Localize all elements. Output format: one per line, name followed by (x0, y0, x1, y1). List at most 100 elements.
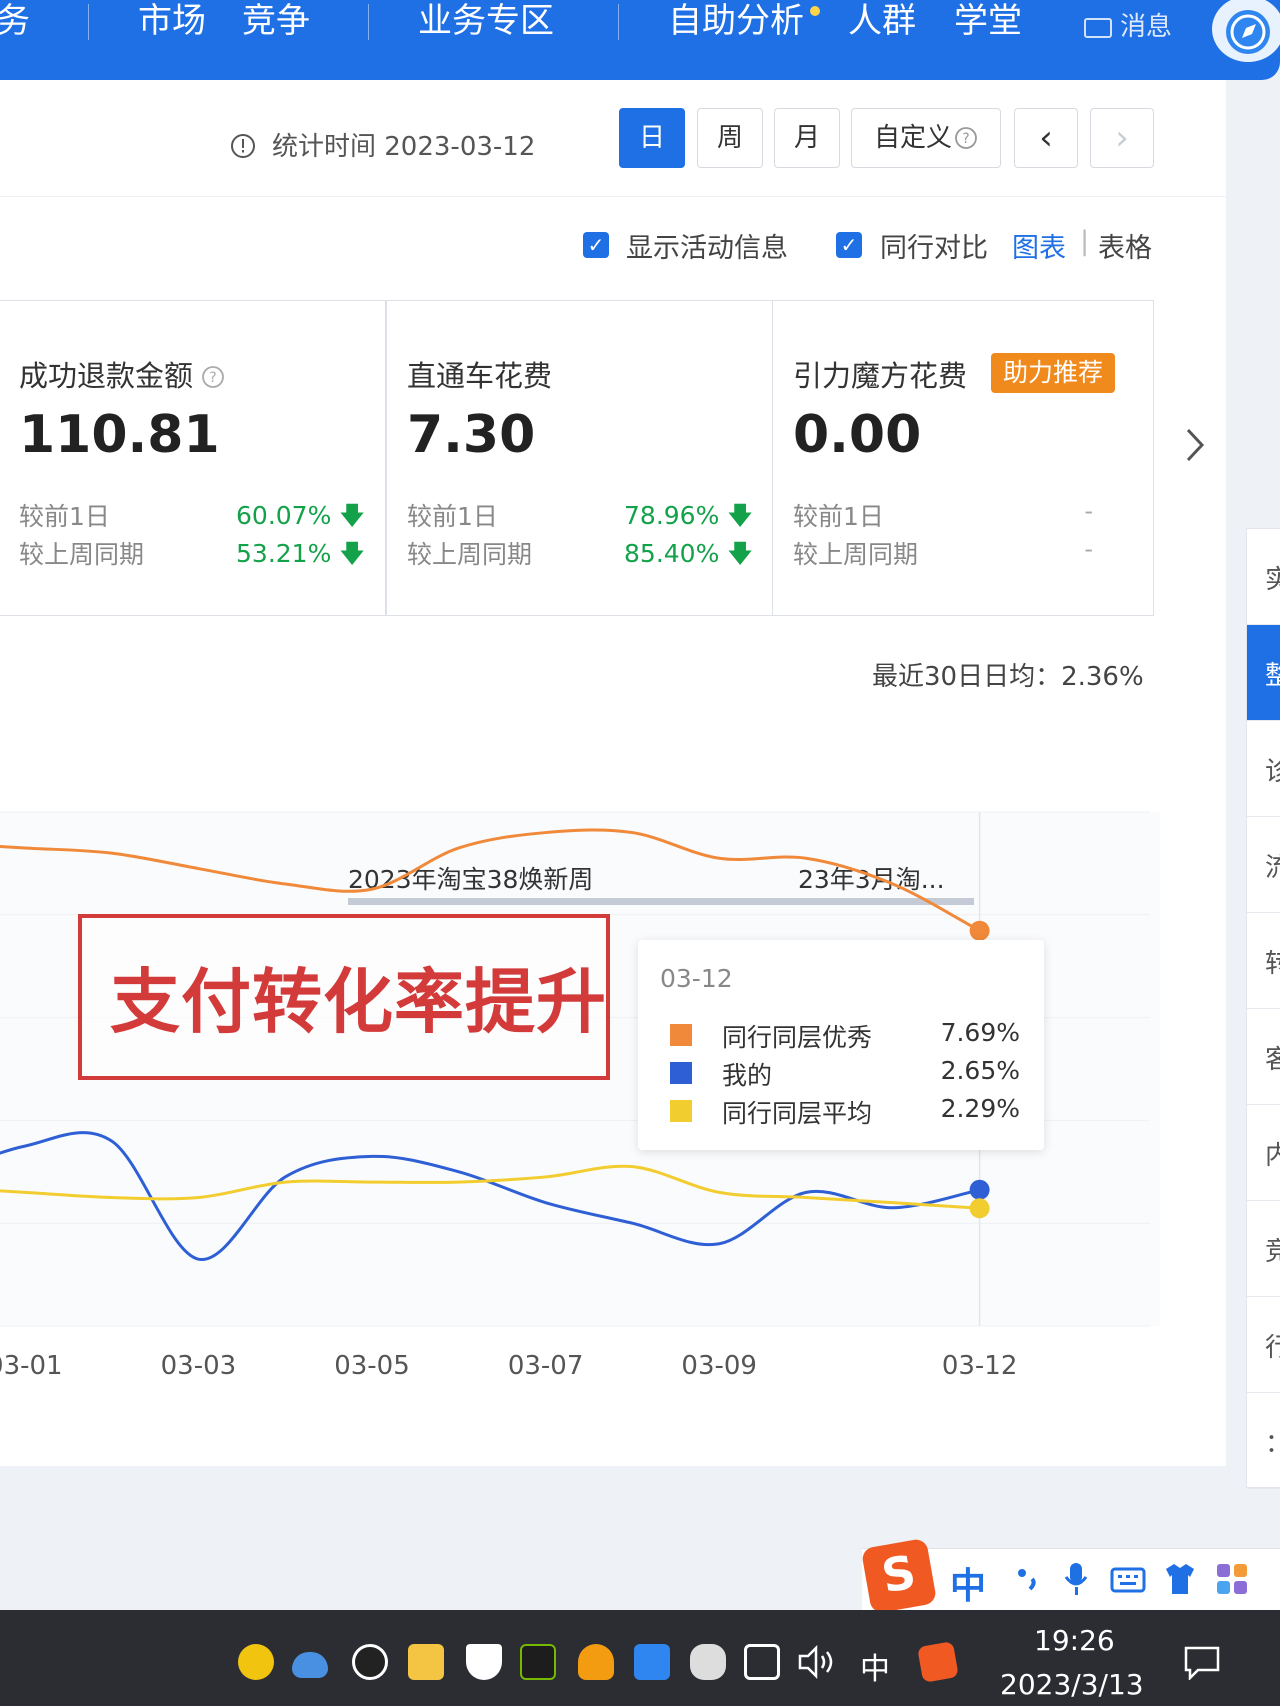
annotation-text: 支付转化率提升 (110, 961, 607, 1043)
usb-device-icon[interactable] (690, 1644, 726, 1680)
side-tab[interactable]: 竞 (1247, 1201, 1280, 1297)
period-week-button[interactable]: 周 (697, 108, 763, 168)
stat-time: 统计时间 2023-03-12 (230, 126, 535, 163)
nvidia-icon[interactable] (520, 1644, 556, 1680)
nav-item-market[interactable]: 市场 (138, 0, 206, 42)
event-label: 23年3月淘... (798, 865, 945, 894)
chevron-right-icon (1186, 428, 1205, 462)
security-shield-icon[interactable] (466, 1644, 502, 1680)
compare-prev-day-value: 60.07% 🡇 (236, 497, 365, 540)
side-tab-label: 客 (1265, 1039, 1280, 1076)
volume-icon[interactable] (796, 1644, 836, 1680)
metric-title: 成功退款金额? (19, 353, 225, 395)
x-tick-label: 03-07 (508, 1351, 584, 1381)
app-c-icon[interactable] (634, 1644, 670, 1680)
fire-app-icon[interactable] (578, 1644, 614, 1680)
tooltip-series-name: 同行同层优秀 (722, 1023, 873, 1052)
cloud-icon[interactable] (292, 1652, 328, 1678)
top-nav: 务 市场 竞争 业务专区 自助分析 人群 学堂 消息 (0, 0, 1280, 80)
view-chart-link[interactable]: 图表 (1012, 226, 1066, 265)
compare-prev-day-label: 较前1日 (19, 502, 110, 531)
side-tab-label: 内 (1265, 1135, 1280, 1172)
side-tab-active[interactable]: 整 (1247, 625, 1280, 721)
metric-value: 110.81 (19, 405, 220, 465)
next-period-button[interactable]: › (1090, 108, 1154, 168)
nav-item-self-analysis[interactable]: 自助分析 (668, 0, 804, 42)
metric-value: 7.30 (407, 405, 536, 465)
data-point-mine (969, 1179, 990, 1200)
side-tab-label: 流 (1265, 847, 1280, 884)
metric-card-ztc-cost[interactable]: 直通车花费 7.30 较前1日 78.96% 🡇 较上周同期 85.40% 🡇 (386, 300, 774, 616)
toolbox-icon[interactable] (1214, 1561, 1250, 1597)
side-tab[interactable]: 流 (1247, 817, 1280, 913)
data-point-excellent (969, 920, 990, 941)
x-tick-label: 03-12 (942, 1351, 1018, 1381)
side-tab[interactable]: ： (1247, 1393, 1280, 1489)
show-activity-label[interactable]: 显示活动信息 (626, 226, 788, 265)
messages-link[interactable]: 消息 (1084, 6, 1172, 43)
music-app-icon[interactable] (238, 1644, 274, 1680)
tooltip-row: 同行同层平均 2.29% (660, 1094, 1030, 1128)
view-table-link[interactable]: 表格 (1098, 226, 1152, 265)
skin-icon[interactable] (1162, 1561, 1198, 1597)
compare-last-week-label: 较上周同期 (793, 540, 919, 569)
compass-button[interactable] (1212, 0, 1280, 62)
event-bar (348, 898, 974, 905)
punctuation-icon[interactable] (1010, 1561, 1046, 1597)
period-custom-button[interactable]: 自定义? (851, 108, 1001, 168)
sogou-tray-icon[interactable] (917, 1641, 959, 1683)
metric-card-refund[interactable]: 成功退款金额? 110.81 较前1日 60.07% 🡇 较上周同期 53.21… (0, 300, 386, 616)
data-point-average (969, 1198, 990, 1219)
clock-date[interactable]: 2023/3/13 (1000, 1668, 1144, 1701)
clock-time[interactable]: 19:26 (1034, 1624, 1115, 1657)
folder-icon[interactable] (408, 1644, 444, 1680)
show-activity-checkbox[interactable]: ✓ (583, 232, 609, 258)
period-day-button[interactable]: 日 (619, 108, 685, 168)
legend-swatch (670, 1062, 692, 1084)
svg-text:?: ? (962, 131, 969, 147)
side-tab-label: 行 (1265, 1327, 1280, 1364)
messages-label: 消息 (1120, 12, 1173, 42)
side-tab[interactable]: 转 (1247, 913, 1280, 1009)
nav-item-business-zone[interactable]: 业务专区 (418, 0, 554, 42)
nav-item-crowd[interactable]: 人群 (848, 0, 916, 42)
side-tab[interactable]: 客 (1247, 1009, 1280, 1105)
input-language-indicator[interactable]: 中 (860, 1644, 890, 1688)
sogou-logo-icon[interactable]: S (860, 1537, 938, 1615)
compare-value-text: 85.40% (624, 539, 720, 568)
compass-icon (1226, 10, 1270, 54)
nav-divider (88, 4, 89, 40)
keyboard-icon[interactable] (1110, 1561, 1146, 1597)
nav-item-service[interactable]: 务 (0, 0, 30, 42)
nav-item-academy[interactable]: 学堂 (954, 0, 1022, 42)
compare-prev-day-value: - (1084, 497, 1093, 525)
side-tab[interactable]: 诊 (1247, 721, 1280, 817)
metric-value: 0.00 (793, 405, 922, 465)
qq-icon[interactable] (352, 1644, 388, 1680)
arrow-down-icon: 🡇 (339, 501, 365, 530)
compare-last-week-value: 85.40% 🡇 (624, 535, 753, 578)
screen: 务 市场 竞争 业务专区 自助分析 人群 学堂 消息 统计时间 2023-03-… (0, 0, 1280, 1706)
side-tab[interactable]: 内 (1247, 1105, 1280, 1201)
prev-period-button[interactable]: ‹ (1014, 108, 1078, 168)
side-tab-label: 实 (1265, 559, 1280, 596)
side-tab-label: 诊 (1265, 751, 1280, 788)
metric-card-ylmf-cost[interactable]: 引力魔方花费 助力推荐 0.00 较前1日 - 较上周同期 - (772, 300, 1154, 616)
x-tick-label: 03-05 (334, 1351, 410, 1381)
ime-language-toggle[interactable]: 中 (950, 1557, 986, 1609)
side-tab[interactable]: 行 (1247, 1297, 1280, 1393)
event-label: 2023年淘宝38焕新周 (348, 865, 593, 894)
tooltip-series-value: 2.65% (940, 1056, 1020, 1085)
microphone-icon[interactable] (1058, 1561, 1094, 1597)
peer-compare-checkbox[interactable]: ✓ (836, 232, 862, 258)
network-icon[interactable] (744, 1644, 780, 1680)
nav-item-competition[interactable]: 竞争 (242, 0, 310, 42)
period-month-button[interactable]: 月 (774, 108, 840, 168)
svg-text:?: ? (209, 370, 216, 386)
side-tab[interactable]: 实 (1247, 529, 1280, 625)
compare-value-text: 78.96% (624, 501, 720, 530)
cards-next-button[interactable] (1176, 420, 1212, 470)
notification-icon[interactable] (1184, 1646, 1220, 1680)
peer-compare-label[interactable]: 同行对比 (880, 226, 988, 265)
tooltip-series-value: 7.69% (940, 1018, 1020, 1047)
